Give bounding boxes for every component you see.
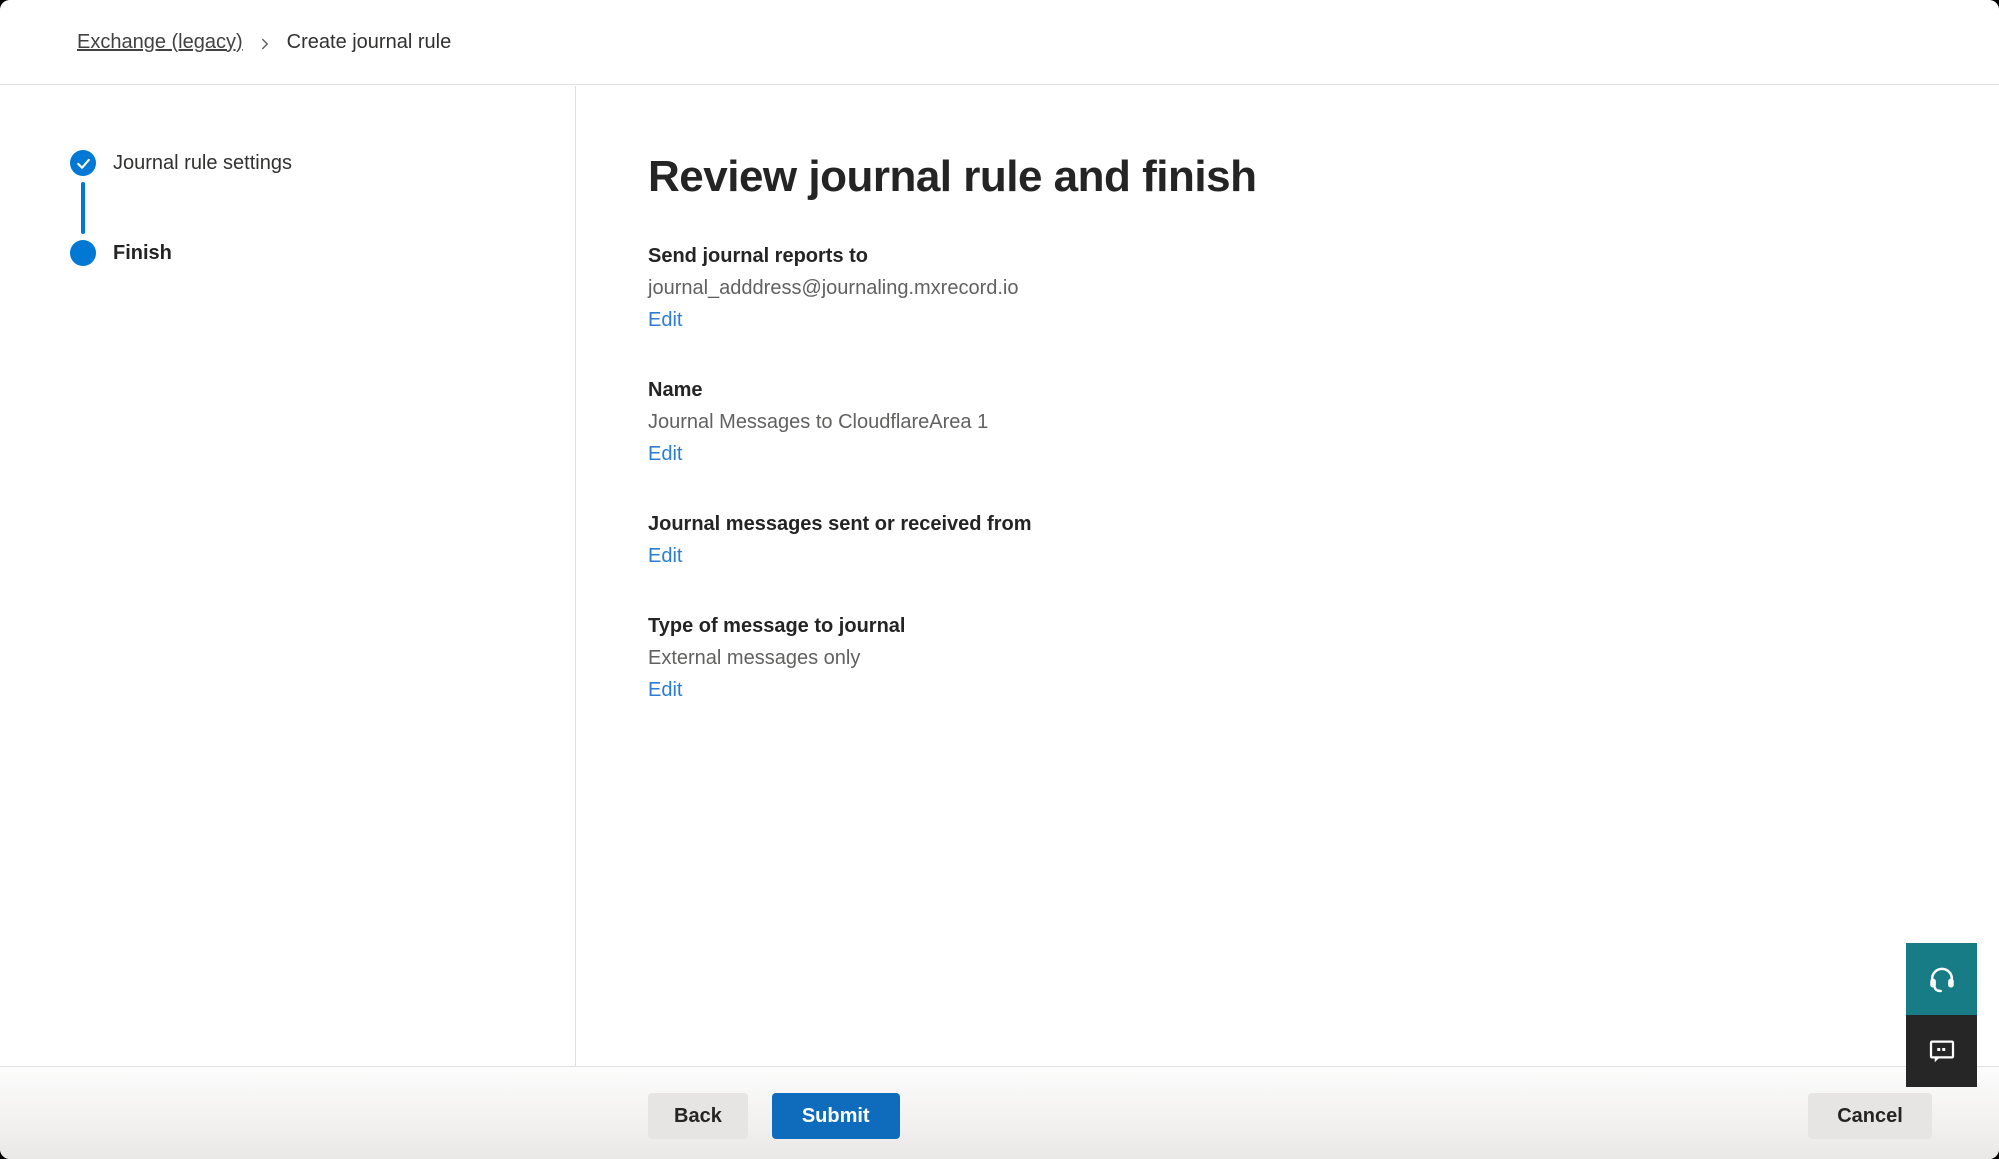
wizard-footer: Back Submit Cancel: [0, 1066, 1999, 1159]
step-current-dot-icon: [70, 240, 96, 266]
edit-scope-link[interactable]: Edit: [648, 543, 682, 569]
review-sections: Send journal reports to journal_adddress…: [648, 243, 1959, 703]
step-label-finish: Finish: [113, 242, 172, 265]
step-label-journal-rule-settings: Journal rule settings: [113, 152, 292, 175]
exchange-admin-window: Exchange (legacy) Create journal rule Jo…: [0, 0, 1999, 1159]
rule-name-value: Journal Messages to CloudflareArea 1: [648, 409, 1959, 435]
floating-side-buttons: [1906, 943, 1977, 1087]
help-button[interactable]: [1906, 943, 1977, 1015]
stepper-connector-line: [81, 182, 85, 234]
headset-icon: [1926, 963, 1958, 995]
review-content: Review journal rule and finish Send jour…: [576, 86, 1999, 1066]
edit-send-journal-reports-link[interactable]: Edit: [648, 307, 682, 333]
breadcrumb-exchange-legacy-link[interactable]: Exchange (legacy): [77, 31, 243, 54]
page-title: Review journal rule and finish: [648, 151, 1959, 203]
message-type-value: External messages only: [648, 645, 1959, 671]
edit-name-link[interactable]: Edit: [648, 441, 682, 467]
step-completed-check-icon: [70, 150, 96, 176]
section-message-type: Type of message to journal External mess…: [648, 613, 1959, 703]
section-label: Send journal reports to: [648, 243, 1959, 269]
feedback-button[interactable]: [1906, 1015, 1977, 1087]
edit-message-type-link[interactable]: Edit: [648, 677, 682, 703]
step-finish[interactable]: Finish: [70, 240, 575, 266]
wizard-stepper-panel: Journal rule settings Finish: [0, 86, 576, 1066]
journal-report-address-value: journal_adddress@journaling.mxrecord.io: [648, 275, 1959, 301]
feedback-chat-icon: [1927, 1036, 1957, 1066]
chevron-right-icon: [256, 35, 274, 53]
section-journal-messages-scope: Journal messages sent or received from E…: [648, 511, 1959, 569]
section-send-journal-reports-to: Send journal reports to journal_adddress…: [648, 243, 1959, 333]
main-area: Journal rule settings Finish Review jour…: [0, 86, 1999, 1066]
cancel-button[interactable]: Cancel: [1808, 1093, 1932, 1139]
breadcrumb: Exchange (legacy) Create journal rule: [0, 0, 1999, 85]
section-label: Journal messages sent or received from: [648, 511, 1959, 537]
back-button[interactable]: Back: [648, 1093, 748, 1139]
step-journal-rule-settings[interactable]: Journal rule settings: [70, 150, 575, 176]
section-label: Name: [648, 377, 1959, 403]
section-label: Type of message to journal: [648, 613, 1959, 639]
section-name: Name Journal Messages to CloudflareArea …: [648, 377, 1959, 467]
submit-button[interactable]: Submit: [772, 1093, 900, 1139]
breadcrumb-current-page: Create journal rule: [287, 31, 452, 54]
